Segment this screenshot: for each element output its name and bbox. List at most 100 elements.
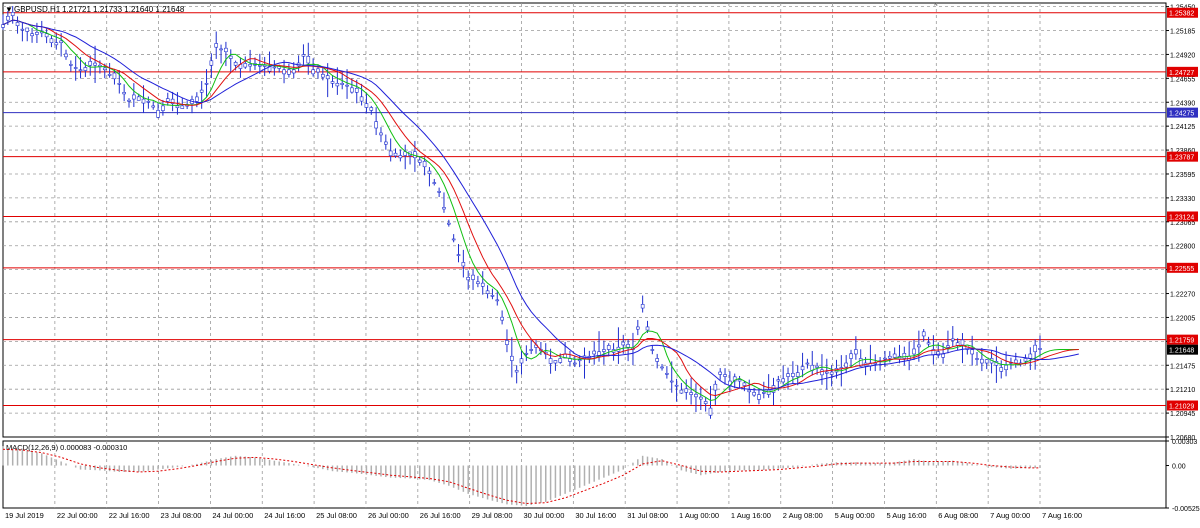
candle-body	[272, 66, 277, 69]
candle-body	[388, 150, 393, 157]
candle-body	[316, 68, 320, 73]
candle-body	[325, 75, 330, 80]
candle-body	[902, 353, 907, 359]
x-tick-label: 23 Jul 08:00	[161, 511, 202, 520]
candle-body	[350, 87, 354, 93]
x-tick-label: 26 Jul 16:00	[420, 511, 461, 520]
candle-body	[718, 371, 722, 375]
candle-body	[849, 353, 853, 359]
symbol-dropdown-icon[interactable]: ▼	[5, 5, 13, 14]
candle-body	[723, 374, 727, 377]
chart-svg[interactable]: 1.254501.251851.249201.246551.243901.241…	[0, 0, 1200, 523]
candle-body	[602, 349, 606, 352]
candle-body	[752, 392, 756, 396]
candle-body	[311, 69, 315, 75]
candle-body	[950, 338, 955, 341]
candle-body	[824, 371, 829, 374]
candle-body	[757, 394, 761, 400]
candle-body	[984, 359, 989, 364]
x-tick-label: 6 Aug 08:00	[938, 511, 978, 520]
x-tick-label: 2 Aug 08:00	[783, 511, 823, 520]
price-level-label: 1.21759	[1169, 338, 1194, 345]
candle-body	[844, 362, 848, 368]
candle-body	[558, 358, 563, 363]
candle-body	[955, 342, 960, 346]
y-tick-label: 1.25185	[1170, 29, 1195, 36]
candle-body	[636, 326, 640, 330]
price-level-label: 1.24727	[1169, 70, 1194, 77]
candle-body	[999, 367, 1004, 372]
candle-body	[127, 99, 131, 102]
y-tick-label: 1.24920	[1170, 52, 1195, 59]
candle-body	[64, 53, 68, 58]
macd-y-tick-label: 0.00303	[1172, 439, 1197, 446]
candle-body	[747, 389, 752, 393]
candle-body	[156, 110, 160, 118]
candle-body	[684, 388, 689, 393]
candle-body	[703, 401, 708, 404]
candle-body	[461, 262, 466, 267]
candle-body	[25, 27, 30, 32]
candle-body	[6, 15, 10, 21]
y-tick-label: 1.21475	[1170, 363, 1195, 370]
candle-body	[655, 358, 659, 362]
x-tick-label: 1 Aug 16:00	[731, 511, 771, 520]
candle-body	[548, 358, 553, 364]
candle-body	[321, 73, 325, 78]
candle-body	[161, 105, 165, 111]
candle-body	[54, 42, 59, 46]
x-tick-label: 7 Aug 00:00	[990, 511, 1030, 520]
candle-body	[287, 69, 291, 75]
candle-body	[59, 40, 63, 44]
x-tick-label: 5 Aug 16:00	[886, 511, 926, 520]
candle-body	[209, 60, 214, 66]
candle-body	[451, 238, 456, 241]
candle-body	[795, 372, 800, 377]
candle-body	[485, 290, 490, 294]
candle-body	[364, 103, 369, 108]
candle-body	[980, 358, 984, 364]
candle-body	[437, 191, 441, 193]
candle-body	[15, 22, 20, 27]
candle-body	[480, 282, 485, 287]
x-tick-label: 19 Jul 2019	[5, 511, 44, 520]
candle-body	[1, 24, 5, 28]
candle-body	[20, 28, 25, 31]
x-tick-label: 25 Jul 08:00	[316, 511, 357, 520]
candle-body	[340, 83, 345, 85]
candle-body	[393, 152, 398, 157]
price-level-label: 1.23124	[1169, 214, 1194, 221]
candle-body	[228, 55, 233, 59]
candle-body	[30, 33, 34, 37]
candle-body	[301, 54, 306, 57]
candle-body	[49, 38, 54, 44]
candle-body	[471, 274, 475, 280]
candle-body	[975, 358, 979, 360]
candle-body	[679, 389, 684, 394]
candle-body	[35, 32, 39, 35]
current-price-label: 1.21648	[1169, 348, 1194, 355]
candle-body	[883, 357, 887, 360]
candle-body	[737, 379, 742, 382]
y-tick-label: 1.20945	[1170, 411, 1195, 418]
y-tick-label: 1.24390	[1170, 100, 1195, 107]
candle-body	[490, 295, 495, 297]
candle-body	[476, 281, 480, 284]
y-tick-label: 1.24655	[1170, 76, 1195, 83]
candle-body	[1013, 359, 1018, 364]
chart-close-mark[interactable]: ⌃	[932, 2, 940, 12]
candle-body	[69, 64, 73, 66]
candle-body	[742, 382, 747, 386]
candle-body	[791, 372, 795, 377]
candle-body	[800, 366, 805, 371]
candle-body	[708, 407, 713, 416]
price-level-label: 1.24275	[1169, 111, 1194, 118]
candle-body	[354, 87, 359, 93]
candle-body	[606, 345, 611, 350]
x-tick-label: 5 Aug 00:00	[835, 511, 875, 520]
candle-body	[93, 62, 97, 66]
candle-body	[946, 345, 950, 348]
candle-body	[1004, 364, 1008, 370]
candle-body	[291, 69, 296, 74]
candle-body	[1023, 358, 1028, 362]
